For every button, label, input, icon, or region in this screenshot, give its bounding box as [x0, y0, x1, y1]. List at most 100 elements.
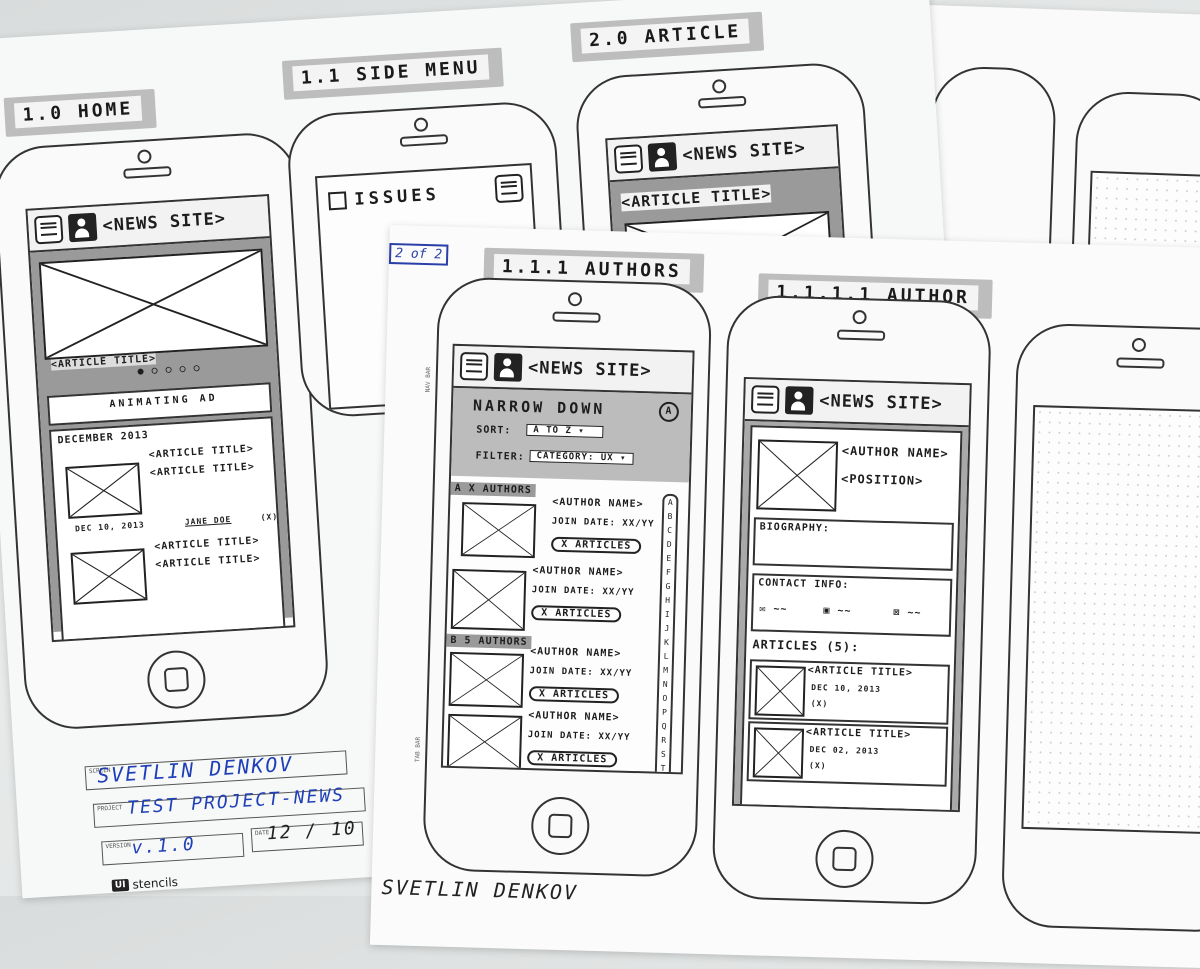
author-row[interactable]: <AUTHOR NAME> JOIN DATE: XX/YY X ARTICLE… [447, 561, 655, 637]
alphabet-letter[interactable]: B [664, 510, 676, 524]
home-button[interactable] [814, 829, 875, 889]
author-position: <POSITION> [840, 471, 924, 488]
alphabet-letter[interactable]: E [663, 552, 675, 566]
linkedin-icon[interactable]: ▣ ~~ [823, 605, 851, 617]
author-thumb [460, 502, 537, 559]
author-name: <AUTHOR NAME> [532, 565, 624, 579]
article-thumb [754, 665, 806, 717]
author-screen: <NEWS SITE> <AUTHOR NAME> <POSITION> BIO… [731, 376, 972, 813]
menu-icon[interactable] [459, 352, 489, 381]
join-date: JOIN DATE: XX/YY [529, 666, 633, 679]
alphabet-letter[interactable]: J [661, 622, 673, 636]
alphabet-letter[interactable]: I [661, 608, 673, 622]
alphabet-letter[interactable]: S [657, 748, 669, 762]
alphabet-letter[interactable]: N [659, 678, 671, 692]
camera [711, 78, 727, 94]
alphabet-letter[interactable]: A [664, 496, 676, 510]
version-value: v.1.0 [130, 833, 197, 859]
camera [413, 117, 428, 133]
author-article-item[interactable]: <ARTICLE TITLE> DEC 02, 2013 (X) [746, 721, 949, 787]
contact-info-label: CONTACT INFO: [757, 577, 850, 591]
home-nav-title: <NEWS SITE> [102, 208, 227, 237]
alphabet-letter[interactable]: L [660, 650, 672, 664]
sort-select[interactable]: A TO Z ▾ [526, 423, 604, 439]
author-name: <AUTHOR NAME> [552, 496, 644, 511]
tab-article: 2.0 ARTICLE [570, 11, 765, 63]
side-menu-item-issues[interactable]: ISSUES [327, 185, 440, 212]
phone-icon[interactable]: ⊠ ~~ [893, 607, 921, 619]
narrow-down-heading: NARROW DOWN [472, 396, 606, 419]
phone-author: <NEWS SITE> <AUTHOR NAME> <POSITION> BIO… [711, 294, 993, 906]
menu-icon[interactable] [750, 385, 780, 414]
alphabet-letter[interactable]: T [657, 762, 669, 775]
articles-button[interactable]: X ARTICLES [550, 536, 642, 555]
author-article-item[interactable]: <ARTICLE TITLE> DEC 10, 2013 (X) [748, 659, 950, 725]
author-row[interactable]: <AUTHOR NAME> JOIN DATE: XX/YY X ARTICLE… [443, 708, 651, 775]
authors-nav-title: <NEWS SITE> [527, 357, 652, 382]
author-name: <AUTHOR NAME> [529, 646, 622, 660]
alphabet-letter[interactable]: G [662, 580, 674, 594]
article-date: DEC 10, 2013 [74, 520, 145, 534]
comment-count[interactable]: (X) [809, 761, 827, 770]
article-thumb[interactable] [70, 548, 148, 605]
email-icon[interactable]: ✉ ~~ [759, 603, 787, 615]
author-photo-placeholder [756, 439, 839, 512]
article-thumb[interactable] [65, 462, 143, 519]
user-icon[interactable] [67, 212, 98, 243]
home-button[interactable] [145, 648, 208, 711]
menu-icon[interactable] [494, 173, 524, 204]
home-screen: <NEWS SITE> <ARTICLE TITLE> ● ○ ○ ○ ○ AN… [25, 194, 296, 643]
tab-side-menu: 1.1 SIDE MENU [281, 47, 504, 100]
articles-button[interactable]: X ARTICLES [526, 750, 618, 768]
hero-image-placeholder [38, 248, 269, 361]
article-title[interactable]: <ARTICLE TITLE> [149, 461, 255, 478]
author-profile-panel: <AUTHOR NAME> <POSITION> BIOGRAPHY: CONT… [739, 425, 963, 813]
alphabet-index[interactable]: ABCDEFGHIJKLMNOPQRST [654, 493, 679, 775]
articles-button[interactable]: X ARTICLES [528, 686, 620, 704]
article-title[interactable]: <ARTICLE TITLE> [148, 443, 254, 460]
user-icon[interactable] [647, 142, 678, 172]
nav-bar-label: NAV BAR [424, 366, 433, 393]
comment-count[interactable]: (X) [811, 699, 829, 708]
comment-count[interactable]: (X) [260, 512, 278, 522]
article-title[interactable]: <ARTICLE TITLE> [154, 535, 260, 552]
speaker [552, 311, 601, 323]
author-thumb [450, 568, 527, 631]
articles-button[interactable]: X ARTICLES [531, 605, 622, 623]
menu-icon[interactable] [33, 214, 64, 245]
biography-box: BIOGRAPHY: [752, 517, 954, 571]
article-author-link[interactable]: JANE DOE [185, 515, 232, 527]
menu-icon[interactable] [613, 144, 644, 174]
alphabet-letter[interactable]: Q [658, 720, 670, 734]
authors-screen: <NEWS SITE> NARROW DOWN A SORT: A TO Z ▾… [440, 343, 695, 775]
blank-phone-3 [1000, 322, 1200, 934]
speaker [123, 165, 172, 179]
page-badge: 2 of 2 [388, 242, 449, 266]
alphabet-letter[interactable]: M [659, 664, 671, 678]
alphabet-letter[interactable]: F [662, 566, 674, 580]
user-icon[interactable] [784, 386, 814, 415]
alphabet-letter[interactable]: H [661, 594, 673, 608]
ad-label: ANIMATING AD [109, 392, 218, 411]
alphabet-letter[interactable]: K [660, 636, 672, 650]
join-date: JOIN DATE: XX/YY [551, 516, 655, 530]
author-thumb [446, 713, 523, 770]
author-nav-bar: <NEWS SITE> [744, 378, 970, 428]
article-title[interactable]: <ARTICLE TITLE> [155, 553, 261, 570]
alphabet-letter[interactable]: D [663, 538, 675, 552]
alphabet-letter[interactable]: P [658, 706, 670, 720]
speaker [399, 134, 448, 147]
join-date: JOIN DATE: XX/YY [527, 730, 631, 743]
home-button[interactable] [530, 796, 591, 856]
user-icon[interactable] [493, 352, 523, 382]
alphabet-letter[interactable]: C [663, 524, 675, 538]
wireframe-sheet-front: 2 of 2 1.1.1 AUTHORS 1.1.1.1 AUTHOR NAV … [369, 225, 1200, 969]
author-row[interactable]: <AUTHOR NAME> JOIN DATE: XX/YY X ARTICLE… [445, 642, 653, 710]
alphabet-letter[interactable]: R [658, 734, 670, 748]
author-name: <AUTHOR NAME> [528, 710, 620, 724]
camera [567, 292, 583, 307]
author-row[interactable]: <AUTHOR NAME> JOIN DATE: XX/YY X ARTICLE… [455, 494, 657, 562]
article-title: <ARTICLE TITLE> [807, 664, 914, 679]
alphabet-letter[interactable]: O [659, 692, 671, 706]
article-nav-title: <NEWS SITE> [681, 138, 807, 166]
